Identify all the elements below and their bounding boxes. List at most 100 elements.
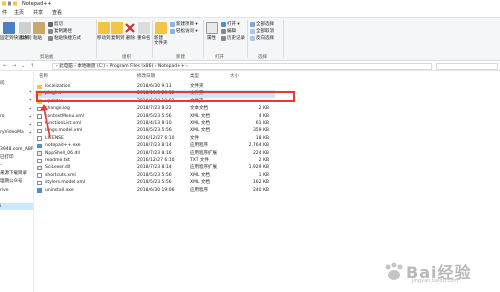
- copy-icon[interactable]: [19, 22, 31, 34]
- column-size[interactable]: 大小: [230, 73, 239, 80]
- sidebar-item[interactable]: ✦: [0, 88, 33, 95]
- forward-icon[interactable]: →: [12, 63, 16, 69]
- paste-label[interactable]: 粘贴: [33, 36, 42, 41]
- cell-size: 240 KB: [252, 187, 269, 193]
- column-date[interactable]: 修改日期: [137, 73, 155, 80]
- copy-to-label[interactable]: 复制到: [111, 36, 125, 41]
- pin-icon: ✦: [28, 130, 32, 136]
- title-bar: Notepad++: [0, 0, 500, 9]
- delete-label[interactable]: 删除: [126, 36, 135, 41]
- copy-to-icon[interactable]: [111, 22, 123, 34]
- paste-shortcut-icon[interactable]: [48, 36, 53, 41]
- quick-access-icon[interactable]: [2, 1, 18, 7]
- paste-shortcut-label[interactable]: 粘贴快捷方式: [54, 36, 81, 41]
- cell-size: 162 KB: [252, 180, 269, 186]
- new-folder-label[interactable]: 新建 文件夹: [154, 36, 168, 46]
- recent-dropdown-icon[interactable]: ⌄: [21, 63, 25, 69]
- table-row[interactable]: NppShell_06.dll 2018/7/23 8:16 应用程序扩展 224 K…: [35, 150, 275, 158]
- move-to-icon[interactable]: [98, 22, 110, 34]
- select-none-label[interactable]: 全部取消: [256, 29, 274, 34]
- cell-name: notepad++.exe: [45, 143, 81, 149]
- table-row[interactable]: notepad++.exe 2018/7/23 8:14 应用程序 2,764 KB: [35, 142, 275, 150]
- sidebar-item[interactable]: i: [0, 203, 33, 210]
- back-icon[interactable]: ←: [3, 63, 7, 69]
- table-row[interactable]: readme.txt 2016/12/27 6:10 TXT 文件 2 KB: [35, 157, 275, 165]
- sidebar-item[interactable]: ✦: [0, 121, 33, 128]
- edit-icon[interactable]: [221, 29, 226, 34]
- sidebar-item[interactable]: 已打印: [0, 154, 33, 161]
- sidebar-item[interactable]: 理期公众号: [0, 178, 33, 185]
- file-icon: [37, 158, 42, 163]
- sidebar-item-label: rive: [0, 187, 9, 193]
- new-folder-icon[interactable]: [155, 22, 167, 34]
- cell-size: 2 KB: [258, 158, 269, 163]
- rename-icon[interactable]: [138, 22, 150, 34]
- sidebar-item[interactable]: [0, 195, 33, 202]
- tab-file[interactable]: 件: [0, 9, 9, 17]
- cell-size: 1,929 KB: [248, 165, 269, 171]
- easy-access-label[interactable]: 轻松访问 ▾: [176, 29, 198, 34]
- cell-date: 2018/5/23 5:56: [137, 172, 172, 178]
- new-item-label[interactable]: 新建项目 ▾: [176, 22, 198, 27]
- open-icon[interactable]: [221, 22, 226, 27]
- ribbon-separator: [152, 20, 153, 58]
- cell-type: XML 文档: [190, 113, 210, 119]
- paste-icon[interactable]: [33, 22, 45, 34]
- select-none-icon[interactable]: [250, 29, 255, 34]
- open-label[interactable]: 打开 ▾: [227, 22, 240, 27]
- copy-path-icon[interactable]: [48, 29, 53, 34]
- sidebar-item[interactable]: ryVideoMa ✦: [0, 129, 33, 136]
- column-type[interactable]: 类型: [190, 73, 199, 80]
- cell-name: NppShell_06.dll: [45, 150, 80, 156]
- breadcrumb[interactable]: › 此电脑 › 本地磁盘 (C:) › Program Files (x86) …: [56, 64, 188, 69]
- copy-path-label[interactable]: 复制路径: [54, 29, 72, 34]
- table-row[interactable]: shortcuts.xml 2018/5/23 5:56 XML 文档 1 KB: [35, 172, 275, 180]
- cell-type: XML 文档: [190, 128, 210, 134]
- history-label[interactable]: 历史记录: [227, 36, 245, 41]
- tab-view[interactable]: 查看: [50, 9, 64, 17]
- easy-access-icon[interactable]: [170, 29, 175, 34]
- ribbon: 固定到快速访问 复制 粘贴 剪切 复制路径 粘贴快捷方式 剪贴板 移动到 复制到…: [0, 17, 500, 61]
- pin-icon[interactable]: [3, 22, 15, 34]
- select-all-icon[interactable]: [250, 22, 255, 27]
- sidebar-item[interactable]: 3948.com_ABP: [0, 146, 33, 153]
- sidebar-item[interactable]: 来源下载目录: [0, 170, 33, 177]
- delete-icon[interactable]: [124, 22, 136, 34]
- path-input[interactable]: › 此电脑 › 本地磁盘 (C:) › Program Files (x86) …: [52, 63, 432, 70]
- edit-label[interactable]: 编辑: [227, 29, 236, 34]
- properties-label[interactable]: 属性: [207, 36, 216, 41]
- rename-label[interactable]: 重命名: [137, 36, 151, 41]
- sidebar-item[interactable]: ✦: [0, 96, 33, 103]
- tab-share[interactable]: 共享: [31, 9, 45, 17]
- sidebar-item-label: 问: [0, 81, 5, 86]
- history-icon[interactable]: [221, 36, 226, 41]
- copy-label[interactable]: 复制: [20, 36, 29, 41]
- up-icon[interactable]: ↑: [30, 63, 34, 69]
- sidebar-item[interactable]: 问: [0, 80, 33, 87]
- sidebar-item[interactable]: ro ✦: [0, 113, 33, 120]
- select-all-label[interactable]: 全部选择: [256, 22, 274, 27]
- invert-selection-label[interactable]: 反向选择: [256, 36, 274, 41]
- new-item-icon[interactable]: [170, 22, 175, 27]
- cell-type: 应用程序: [190, 187, 208, 193]
- tab-home[interactable]: 主页: [12, 9, 26, 17]
- cell-date: 2018/4/13 8:10: [137, 121, 172, 126]
- cell-type: 应用程序扩展: [190, 150, 217, 156]
- ribbon-separator: [247, 20, 248, 58]
- search-input[interactable]: [436, 63, 498, 70]
- sidebar-item[interactable]: rive: [0, 187, 33, 194]
- invert-selection-icon[interactable]: [250, 36, 255, 41]
- table-row[interactable]: uninstall.exe 2018/6/30 19:06 应用程序 240 KB: [35, 187, 275, 195]
- cut-label[interactable]: 剪切: [54, 22, 63, 27]
- sidebar-item[interactable]: -: [0, 162, 33, 169]
- column-name[interactable]: 名称: [39, 73, 48, 80]
- sidebar-item[interactable]: ✦: [0, 105, 33, 112]
- sidebar-item[interactable]: [0, 137, 33, 144]
- cell-date: 2018/7/23 8:14: [137, 143, 172, 149]
- table-row[interactable]: localization 2018/6/30 9:13 文件夹: [35, 83, 275, 91]
- properties-icon[interactable]: [206, 22, 218, 34]
- table-row[interactable]: stylers.model.xml 2018/5/23 5:56 XML 文档 162…: [35, 179, 275, 187]
- table-row[interactable]: SciLexer.dll 2018/7/23 8:14 应用程序扩展 1,929 KB: [35, 164, 275, 172]
- move-to-label[interactable]: 移动到: [97, 36, 111, 41]
- cut-icon[interactable]: [48, 22, 53, 27]
